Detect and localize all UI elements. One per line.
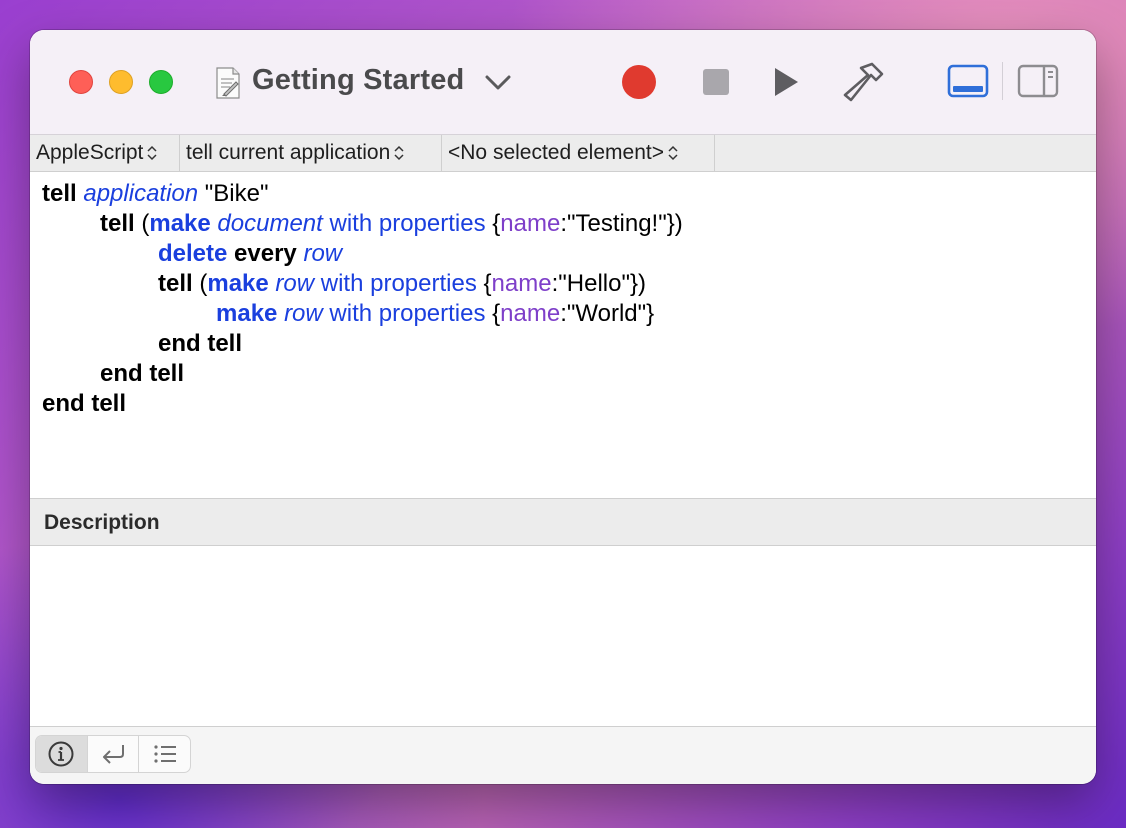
description-title: Description — [44, 511, 160, 534]
navigation-bar: AppleScript tell current application <No… — [30, 135, 1096, 172]
title-bar: Getting Started — [30, 30, 1096, 135]
record-icon — [622, 65, 656, 99]
bottom-panel-icon — [947, 64, 989, 98]
script-editor-window: Getting Started AppleScript tell current… — [30, 30, 1096, 784]
language-popup[interactable]: AppleScript — [30, 135, 180, 171]
hammer-icon — [843, 62, 884, 102]
up-down-arrows-icon — [147, 145, 157, 161]
script-document-icon — [216, 67, 240, 99]
info-icon — [48, 741, 74, 767]
return-button[interactable] — [88, 736, 140, 772]
record-button[interactable] — [621, 64, 657, 100]
side-panel-icon — [1017, 64, 1059, 98]
code-line: end tell — [100, 360, 185, 387]
up-down-arrows-icon — [394, 145, 404, 161]
minimize-button[interactable] — [109, 70, 133, 94]
code-line: end tell — [158, 330, 243, 357]
script-editor[interactable]: tell application "Bike" tell (make docum… — [30, 172, 1096, 499]
show-side-panel-button[interactable] — [1016, 62, 1060, 100]
description-header: Description — [30, 499, 1096, 546]
return-icon — [103, 745, 124, 764]
up-down-arrows-icon — [668, 145, 678, 161]
zoom-button[interactable] — [149, 70, 173, 94]
list-icon — [154, 745, 176, 763]
list-button[interactable] — [139, 736, 190, 772]
code-line: make row with properties {name:"World"} — [216, 300, 655, 327]
view-segmented-control — [35, 735, 191, 773]
description-text-area[interactable] — [30, 546, 1096, 727]
bottom-bar — [30, 727, 1096, 784]
target-popup[interactable]: tell current application — [180, 135, 442, 171]
window-title[interactable]: Getting Started — [252, 64, 464, 97]
toolbar-divider — [1002, 62, 1003, 100]
element-label: <No selected element> — [448, 141, 664, 164]
play-icon — [775, 68, 798, 96]
code-line: tell (make row with properties {name:"He… — [158, 270, 646, 297]
language-label: AppleScript — [36, 141, 144, 164]
compile-button[interactable] — [840, 60, 888, 104]
code-line: tell (make document with properties {nam… — [100, 210, 683, 237]
show-bottom-panel-button[interactable] — [946, 62, 990, 100]
stop-icon — [703, 69, 729, 95]
chevron-down-icon[interactable] — [482, 70, 514, 94]
code-line: delete every row — [158, 240, 343, 267]
element-popup[interactable]: <No selected element> — [442, 135, 715, 171]
run-button[interactable] — [768, 64, 804, 100]
stop-button[interactable] — [698, 64, 734, 100]
code-line: end tell — [42, 390, 127, 417]
target-label: tell current application — [186, 141, 391, 164]
close-button[interactable] — [69, 70, 93, 94]
code-line: tell application "Bike" — [42, 180, 269, 207]
info-button[interactable] — [36, 736, 88, 772]
